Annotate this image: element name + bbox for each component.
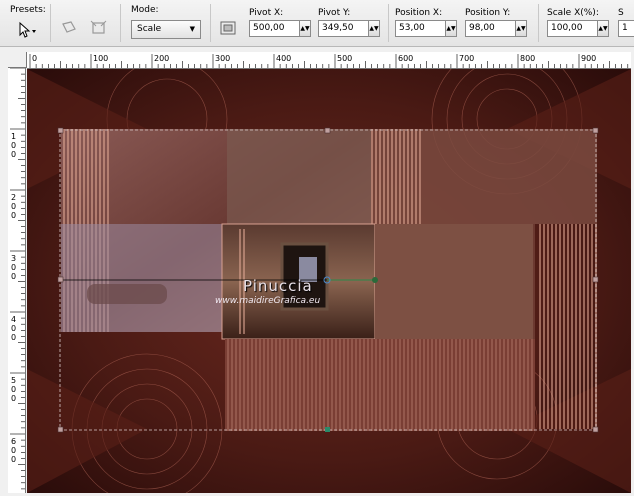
scale-x-input[interactable]: 100,00 (547, 20, 598, 37)
pivot-icon (220, 21, 236, 35)
ruler-left-tick-label: 4 (11, 315, 16, 324)
ruler-left-tick-label: 0 (11, 446, 16, 455)
ruler-left[interactable]: 100200300400500600 (8, 67, 26, 493)
ruler-left-tick-label: 0 (11, 272, 16, 281)
mode-value: Scale (137, 24, 162, 34)
scale-x-label: Scale X(%): (547, 8, 599, 18)
watermark-name: Pinuccia (243, 277, 313, 295)
separator (120, 4, 121, 42)
chevron-down-icon: ▼ (189, 25, 195, 33)
ruler-left-tick-label: 0 (11, 455, 16, 464)
ruler-left-tick-label: 0 (11, 333, 16, 342)
ruler-left-tick-label: 5 (11, 376, 16, 385)
mode-select[interactable]: Scale ▼ (131, 20, 201, 39)
artwork (27, 69, 631, 493)
image-canvas[interactable]: Pinuccia www.maidireGrafica.eu (27, 69, 631, 493)
pivot-y-label: Pivot Y: (318, 8, 351, 18)
position-x-input[interactable]: 53,00 (395, 20, 446, 37)
ruler-corner (8, 52, 27, 68)
separator (388, 4, 389, 42)
ruler-left-tick-label: 3 (11, 254, 16, 263)
position-y-label: Position Y: (465, 8, 511, 18)
ruler-left-tick-label: 0 (11, 141, 16, 150)
ruler-top-tick-label: 900 (581, 54, 596, 63)
pivot-x-label: Pivot X: (249, 8, 284, 18)
ruler-top-tick-label: 400 (276, 54, 291, 63)
ruler-left-tick-label: 0 (11, 150, 16, 159)
pivot-x-spinner[interactable]: ▲▼ (300, 20, 311, 37)
arrow-pointer-icon (19, 21, 36, 38)
scale-y-input[interactable]: 1 (618, 20, 634, 37)
presets-label: Presets: (10, 5, 46, 15)
position-x-spinner[interactable]: ▲▼ (446, 20, 457, 37)
ruler-top-tick-label: 300 (215, 54, 230, 63)
separator (538, 4, 539, 42)
ruler-top-tick-label: 700 (459, 54, 474, 63)
ruler-top-tick-label: 800 (520, 54, 535, 63)
ruler-left-tick-label: 0 (11, 263, 16, 272)
separator (50, 4, 51, 42)
reset-transform-button[interactable] (88, 18, 110, 38)
pivot-y-input[interactable]: 349,50 (318, 20, 369, 37)
pivot-x-input[interactable]: 500,00 (249, 20, 300, 37)
toolbar: Presets: Mode: Scale ▼ Pivot X: 500,00 ▲… (0, 0, 634, 47)
reset-icon (90, 20, 107, 34)
mode-label: Mode: (131, 5, 159, 15)
rotate-icon (62, 21, 76, 33)
ruler-left-tick-label: 0 (11, 394, 16, 403)
ruler-top-tick-label: 200 (154, 54, 169, 63)
ruler-top-tick-label: 0 (32, 54, 37, 63)
ruler-left-tick-label: 0 (11, 324, 16, 333)
position-y-input[interactable]: 98,00 (465, 20, 516, 37)
ruler-top-tick-label: 600 (398, 54, 413, 63)
ruler-left-scale: 100200300400500600 (10, 67, 25, 490)
pivot-toggle-button[interactable] (217, 18, 239, 38)
rotate-free-button[interactable] (58, 18, 80, 38)
position-x-label: Position X: (395, 8, 443, 18)
ruler-top-tick-label: 500 (337, 54, 352, 63)
ruler-left-tick-label: 6 (11, 437, 16, 446)
watermark-url: www.maidireGrafica.eu (215, 296, 321, 306)
position-y-spinner[interactable]: ▲▼ (516, 20, 527, 37)
ruler-left-tick-label: 1 (11, 132, 16, 141)
ruler-top-tick-label: 100 (93, 54, 108, 63)
presets-dropdown[interactable] (16, 20, 38, 40)
scale-y-label: S (618, 8, 624, 18)
ruler-left-tick-label: 0 (11, 385, 16, 394)
pivot-y-spinner[interactable]: ▲▼ (369, 20, 380, 37)
ruler-top[interactable]: 0 100 200 300 400 500 600 700 800 900 (27, 52, 631, 69)
ruler-left-tick-label: 2 (11, 193, 16, 202)
ruler-top-scale: 0 100 200 300 400 500 600 700 800 900 (29, 54, 629, 68)
ruler-left-tick-label: 0 (11, 202, 16, 211)
ruler-left-tick-label: 0 (11, 211, 16, 220)
separator (210, 4, 211, 42)
scale-x-spinner[interactable]: ▲▼ (598, 20, 609, 37)
